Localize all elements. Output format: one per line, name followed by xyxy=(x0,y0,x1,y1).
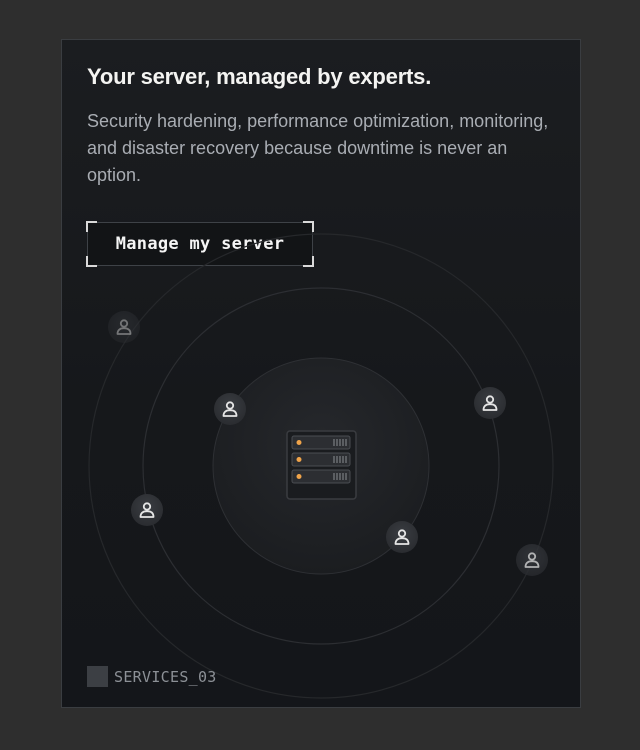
user-avatar-icon xyxy=(474,387,506,419)
service-card: Your server, managed by experts. Securit… xyxy=(61,39,581,708)
card-title: Your server, managed by experts. xyxy=(87,64,432,89)
manage-server-button-label: Manage my server xyxy=(115,234,285,254)
server-rack-icon xyxy=(286,430,357,500)
section-label: SERVICES_03 xyxy=(114,667,217,686)
footer-square-icon xyxy=(87,666,108,687)
corner-bracket xyxy=(303,221,314,232)
corner-bracket xyxy=(86,221,97,232)
card-description: Security hardening, performance optimiza… xyxy=(87,111,549,185)
user-avatar-icon xyxy=(131,494,163,526)
user-avatar-icon xyxy=(386,521,418,553)
user-avatar-icon xyxy=(214,393,246,425)
user-avatar-icon xyxy=(516,544,548,576)
card-footer: SERVICES_03 xyxy=(87,666,217,687)
user-avatar-icon xyxy=(108,311,140,343)
corner-bracket xyxy=(86,256,97,267)
corner-bracket xyxy=(303,256,314,267)
manage-server-button[interactable]: Manage my server xyxy=(86,221,314,267)
